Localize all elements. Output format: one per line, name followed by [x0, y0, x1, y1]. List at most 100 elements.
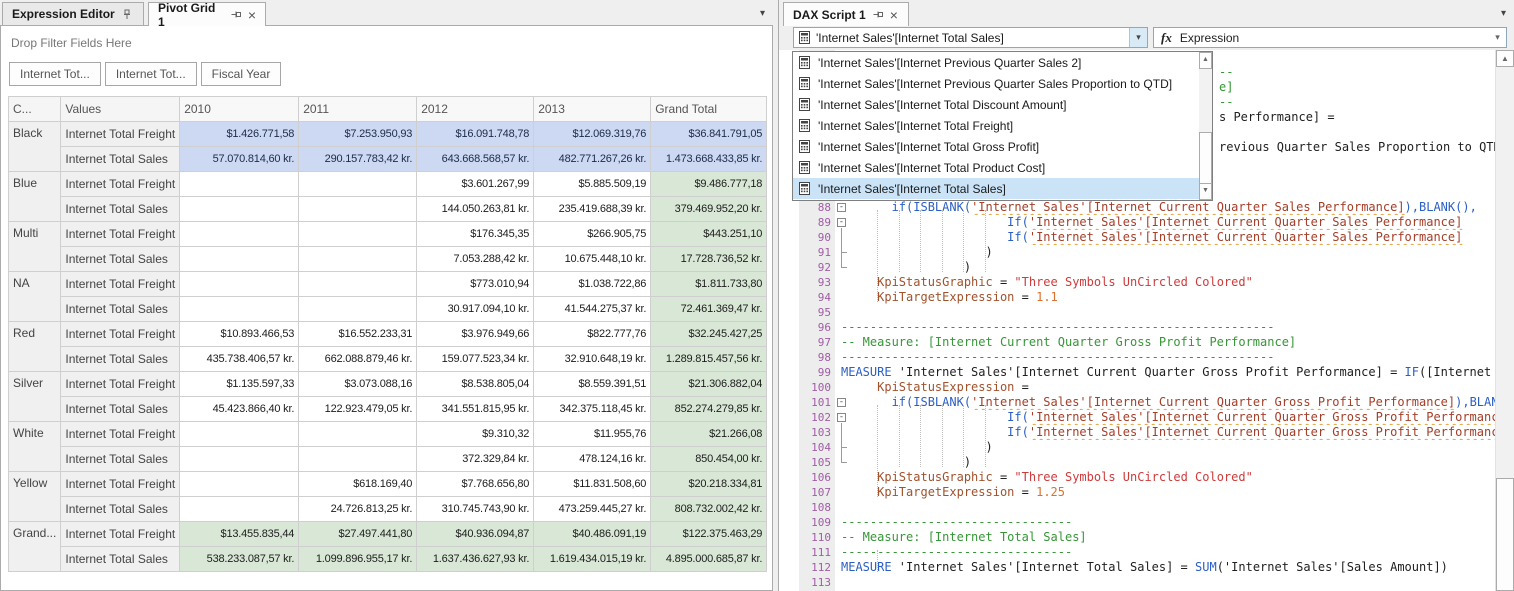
pivot-measure-label[interactable]: Internet Total Freight — [61, 522, 180, 547]
filter-field-button[interactable]: Internet Tot... — [105, 62, 197, 86]
code-line[interactable]: 89 If('Internet Sales'[Internet Current … — [779, 215, 1496, 230]
pivot-measure-label[interactable]: Internet Total Freight — [61, 122, 180, 147]
pivot-row-header[interactable]: Yellow — [9, 472, 61, 522]
pivot-cell[interactable]: $40.936.094,87 — [417, 522, 534, 547]
pivot-measure-label[interactable]: Internet Total Sales — [61, 447, 180, 472]
code-fold-box[interactable]: - — [837, 203, 846, 212]
pivot-cell[interactable]: $1.135.597,33 — [180, 372, 299, 397]
code-fold-box[interactable]: - — [837, 398, 846, 407]
filter-field-button[interactable]: Internet Tot... — [9, 62, 101, 86]
pivot-cell[interactable]: $20.218.334,81 — [651, 472, 767, 497]
pivot-cell[interactable]: $618.169,40 — [299, 472, 417, 497]
code-line[interactable]: 98--------------------------------------… — [779, 350, 1496, 365]
pivot-cell[interactable]: 342.375.118,45 kr. — [534, 397, 651, 422]
pivot-measure-label[interactable]: Internet Total Sales — [61, 247, 180, 272]
pivot-column-header[interactable]: Grand Total — [651, 97, 767, 122]
pivot-cell[interactable]: 435.738.406,57 kr. — [180, 347, 299, 372]
pivot-cell[interactable]: $21.266,08 — [651, 422, 767, 447]
pivot-cell[interactable]: 662.088.879,46 kr. — [299, 347, 417, 372]
pivot-cell[interactable]: $16.091.748,78 — [417, 122, 534, 147]
measure-selector-dropdown-button[interactable]: ▾ — [1129, 28, 1147, 47]
pivot-cell[interactable]: $8.538.805,04 — [417, 372, 534, 397]
pivot-row-header[interactable]: Grand... — [9, 522, 61, 572]
pivot-measure-label[interactable]: Internet Total Sales — [61, 397, 180, 422]
pivot-cell[interactable]: $1.426.771,58 — [180, 122, 299, 147]
pivot-cell[interactable] — [180, 422, 299, 447]
pivot-cell[interactable]: 1.619.434.015,19 kr. — [534, 547, 651, 572]
code-line[interactable]: 90 If('Internet Sales'[Internet Current … — [779, 230, 1496, 245]
pivot-cell[interactable]: 1.289.815.457,56 kr. — [651, 347, 767, 372]
code-fold-box[interactable]: - — [837, 218, 846, 227]
tab-expression-editor[interactable]: Expression Editor — [2, 2, 144, 25]
code-line[interactable]: 109-------------------------------- — [779, 515, 1496, 530]
code-fragment[interactable]: e] — [1219, 80, 1233, 95]
pivot-cell[interactable]: $8.559.391,51 — [534, 372, 651, 397]
pivot-cell[interactable] — [299, 297, 417, 322]
pivot-cell[interactable]: $16.552.233,31 — [299, 322, 417, 347]
code-line[interactable]: 92 ) — [779, 260, 1496, 275]
pivot-cell[interactable]: $3.073.088,16 — [299, 372, 417, 397]
code-line[interactable]: 101 if(ISBLANK('Internet Sales'[Internet… — [779, 395, 1496, 410]
measure-dropdown-item[interactable]: 'Internet Sales'[Internet Total Gross Pr… — [793, 136, 1200, 157]
pivot-cell[interactable]: 72.461.369,47 kr. — [651, 297, 767, 322]
editor-scrollbar-thumb[interactable] — [1496, 478, 1514, 591]
pivot-measure-label[interactable]: Internet Total Sales — [61, 147, 180, 172]
pivot-measure-label[interactable]: Internet Total Freight — [61, 372, 180, 397]
pivot-cell[interactable] — [180, 247, 299, 272]
pivot-cell[interactable]: $266.905,75 — [534, 222, 651, 247]
pivot-cell[interactable]: $27.497.441,80 — [299, 522, 417, 547]
pin-icon[interactable] — [872, 10, 883, 20]
pivot-cell[interactable]: $443.251,10 — [651, 222, 767, 247]
measure-dropdown-item[interactable]: 'Internet Sales'[Internet Previous Quart… — [793, 73, 1200, 94]
pivot-cell[interactable] — [180, 222, 299, 247]
scroll-up-arrow-icon[interactable]: ▲ — [1496, 50, 1514, 67]
pivot-cell[interactable] — [180, 272, 299, 297]
dropdown-scrollbar-thumb[interactable] — [1199, 132, 1212, 184]
code-line[interactable]: 93 KpiStatusGraphic = "Three Symbols UnC… — [779, 275, 1496, 290]
pivot-cell[interactable]: 473.259.445,27 kr. — [534, 497, 651, 522]
pivot-measure-label[interactable]: Internet Total Freight — [61, 222, 180, 247]
pivot-measure-label[interactable]: Internet Total Sales — [61, 297, 180, 322]
pivot-cell[interactable]: $10.893.466,53 — [180, 322, 299, 347]
close-icon[interactable]: × — [890, 9, 898, 21]
code-line[interactable]: 110-- Measure: [Internet Total Sales] — [779, 530, 1496, 545]
scroll-down-arrow-icon[interactable]: ▼ — [1199, 183, 1212, 200]
pivot-cell[interactable]: $40.486.091,19 — [534, 522, 651, 547]
code-fragment[interactable]: -- — [1219, 65, 1233, 80]
pivot-cell[interactable]: 808.732.002,42 kr. — [651, 497, 767, 522]
pivot-cell[interactable] — [180, 497, 299, 522]
pivot-cell[interactable]: $3.601.267,99 — [417, 172, 534, 197]
pivot-cell[interactable] — [180, 197, 299, 222]
pivot-cell[interactable]: 159.077.523,34 kr. — [417, 347, 534, 372]
pivot-cell[interactable]: 45.423.866,40 kr. — [180, 397, 299, 422]
pivot-cell[interactable]: 122.923.479,05 kr. — [299, 397, 417, 422]
pivot-row-header[interactable]: White — [9, 422, 61, 472]
pivot-cell[interactable]: 372.329,84 kr. — [417, 447, 534, 472]
measure-dropdown-item[interactable]: 'Internet Sales'[Internet Total Freight] — [793, 115, 1200, 136]
pivot-cell[interactable]: $7.768.656,80 — [417, 472, 534, 497]
tab-pivot-grid-1[interactable]: Pivot Grid 1 × — [148, 2, 266, 26]
code-fragment[interactable]: s Performance] = — [1219, 110, 1335, 125]
pivot-cell[interactable]: $11.831.508,60 — [534, 472, 651, 497]
code-fragment[interactable]: -- — [1219, 95, 1233, 110]
pivot-cell[interactable]: 850.454,00 kr. — [651, 447, 767, 472]
code-line[interactable]: 104 ) — [779, 440, 1496, 455]
pivot-cell[interactable]: 341.551.815,95 kr. — [417, 397, 534, 422]
code-line[interactable]: 88 if(ISBLANK('Internet Sales'[Internet … — [779, 200, 1496, 215]
pivot-row-header[interactable]: Silver — [9, 372, 61, 422]
measure-dropdown-item[interactable]: 'Internet Sales'[Internet Total Discount… — [793, 94, 1200, 115]
pivot-column-header[interactable]: 2010 — [180, 97, 299, 122]
pivot-cell[interactable]: $176.345,35 — [417, 222, 534, 247]
code-line[interactable]: 91 ) — [779, 245, 1496, 260]
pivot-cell[interactable]: 482.771.267,26 kr. — [534, 147, 651, 172]
pivot-measure-label[interactable]: Internet Total Freight — [61, 172, 180, 197]
pivot-cell[interactable]: 32.910.648,19 kr. — [534, 347, 651, 372]
pivot-cell[interactable]: 24.726.813,25 kr. — [299, 497, 417, 522]
expression-combobox[interactable]: fx Expression ▾ — [1153, 27, 1507, 48]
pivot-cell[interactable]: 4.895.000.685,87 kr. — [651, 547, 767, 572]
pivot-cell[interactable]: $7.253.950,93 — [299, 122, 417, 147]
pivot-cell[interactable]: $3.976.949,66 — [417, 322, 534, 347]
code-line[interactable]: 94 KpiTargetExpression = 1.1 — [779, 290, 1496, 305]
pivot-cell[interactable]: $12.069.319,76 — [534, 122, 651, 147]
pivot-cell[interactable] — [299, 197, 417, 222]
